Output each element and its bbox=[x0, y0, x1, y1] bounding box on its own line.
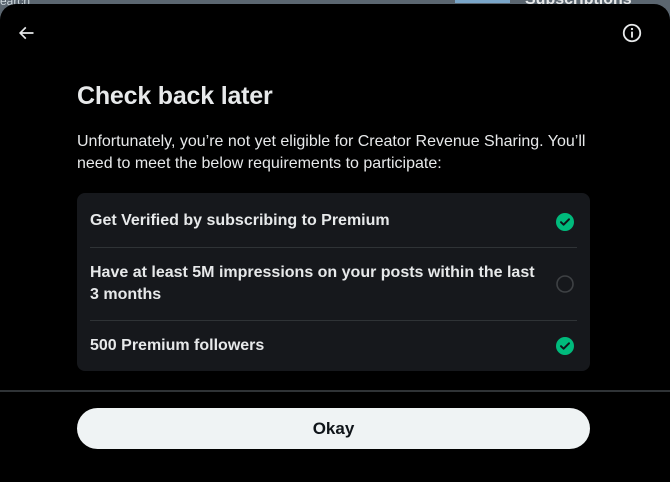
info-circle-icon bbox=[622, 23, 642, 43]
eligibility-modal: Check back later Unfortunately, you’re n… bbox=[0, 4, 670, 482]
back-button[interactable] bbox=[9, 16, 43, 50]
eligibility-description: Unfortunately, you’re not yet eligible f… bbox=[77, 133, 586, 172]
requirement-label: 500 Premium followers bbox=[90, 337, 265, 354]
requirement-item-premium-followers: 500 Premium followers bbox=[90, 320, 577, 371]
requirement-item-verified: Get Verified by subscribing to Premium bbox=[90, 193, 577, 247]
requirement-label: Get Verified by subscribing to Premium bbox=[90, 212, 390, 229]
footer-divider bbox=[0, 390, 670, 392]
check-circle-icon bbox=[556, 337, 574, 355]
empty-circle-icon bbox=[556, 275, 574, 293]
page-title: Check back later bbox=[77, 82, 273, 110]
arrow-left-icon bbox=[18, 26, 34, 40]
requirements-list: Get Verified by subscribing to Premium H… bbox=[77, 193, 590, 371]
okay-button[interactable]: Okay bbox=[77, 408, 590, 449]
check-circle-icon bbox=[556, 213, 574, 231]
requirement-label: Have at least 5M impressions on your pos… bbox=[90, 264, 535, 303]
info-button[interactable] bbox=[615, 16, 649, 50]
background-avatar bbox=[455, 0, 510, 3]
requirement-item-impressions: Have at least 5M impressions on your pos… bbox=[90, 247, 577, 320]
